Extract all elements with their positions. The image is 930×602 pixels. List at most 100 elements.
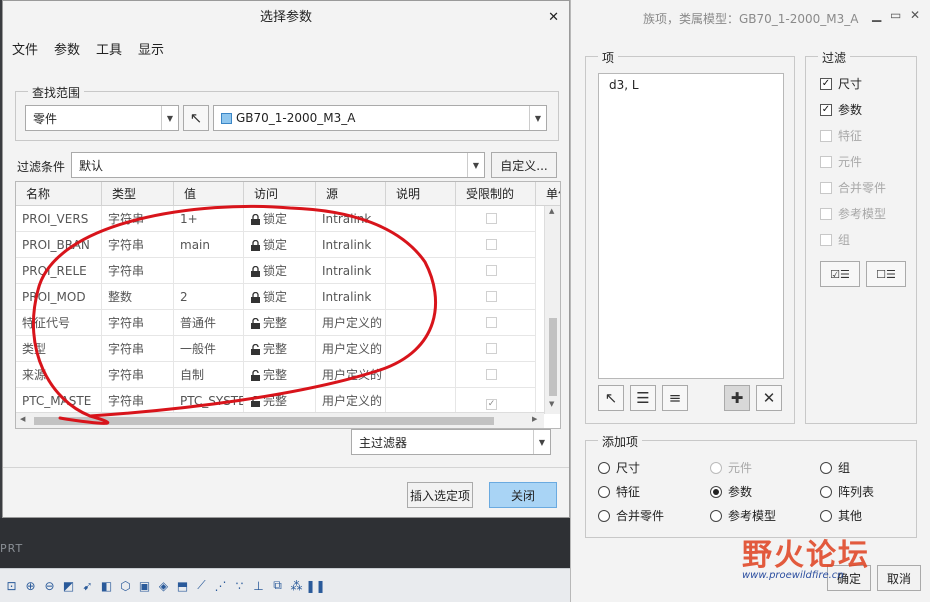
vertical-scroll-thumb[interactable] bbox=[549, 318, 557, 396]
select-all-button[interactable]: ☰ bbox=[630, 385, 656, 411]
table-cell-name[interactable]: 来源 bbox=[16, 362, 102, 388]
table-cell-description[interactable] bbox=[386, 310, 456, 336]
dialog-close-icon[interactable]: ✕ bbox=[548, 10, 559, 25]
table-cell-value[interactable]: main bbox=[174, 232, 244, 258]
menu-parameter[interactable]: 参数 bbox=[54, 39, 80, 58]
table-cell-name[interactable]: 类型 bbox=[16, 336, 102, 362]
filter-condition-select[interactable]: 默认 ▼ bbox=[71, 152, 485, 178]
table-cell-access[interactable]: 完整 bbox=[244, 310, 316, 336]
column-header[interactable]: 说明 bbox=[386, 182, 456, 206]
table-cell-description[interactable] bbox=[386, 388, 456, 414]
table-cell-type[interactable]: 字符串 bbox=[102, 362, 174, 388]
check-all-button[interactable]: ☑☰ bbox=[820, 261, 860, 287]
table-cell-name[interactable]: PTC_MASTE bbox=[16, 388, 102, 414]
table-cell-access[interactable]: 锁定 bbox=[244, 206, 316, 232]
table-cell-access[interactable]: 锁定 bbox=[244, 284, 316, 310]
zoom-out-icon[interactable]: ⊖ bbox=[41, 577, 58, 594]
zoom-in-icon[interactable]: ⊕ bbox=[22, 577, 39, 594]
table-cell-name[interactable]: 特征代号 bbox=[16, 310, 102, 336]
table-cell-value[interactable]: 一般件 bbox=[174, 336, 244, 362]
radio-button[interactable] bbox=[820, 461, 832, 474]
zoom-fit-icon[interactable]: ⊡ bbox=[3, 577, 20, 594]
table-cell-name[interactable]: PROI_VERS bbox=[16, 206, 102, 232]
point-display-icon[interactable]: ∵ bbox=[231, 577, 248, 594]
menu-tools[interactable]: 工具 bbox=[96, 39, 122, 58]
radio-button[interactable] bbox=[598, 461, 610, 474]
table-cell-source[interactable]: 用户定义的 bbox=[316, 362, 386, 388]
csys-display-icon[interactable]: ⊥ bbox=[250, 577, 267, 594]
add-item-option[interactable]: 合并零件 bbox=[598, 507, 664, 524]
table-cell-type[interactable]: 字符串 bbox=[102, 388, 174, 414]
table-cell-type[interactable]: 字符串 bbox=[102, 336, 174, 362]
add-item-option[interactable]: 阵列表 bbox=[820, 483, 874, 500]
pause-icon[interactable]: ❚❚ bbox=[305, 577, 325, 594]
table-cell-description[interactable] bbox=[386, 232, 456, 258]
scroll-down-icon[interactable]: ▼ bbox=[549, 400, 554, 408]
table-cell-value[interactable] bbox=[174, 258, 244, 284]
column-header[interactable]: 源 bbox=[316, 182, 386, 206]
customize-button[interactable]: 自定义... bbox=[491, 152, 557, 178]
table-cell-type[interactable]: 整数 bbox=[102, 284, 174, 310]
section-icon[interactable]: ⬒ bbox=[174, 577, 191, 594]
table-cell-access[interactable]: 完整 bbox=[244, 388, 316, 414]
table-cell-name[interactable]: PROI_BRAN bbox=[16, 232, 102, 258]
column-header[interactable]: 访问 bbox=[244, 182, 316, 206]
menu-display[interactable]: 显示 bbox=[138, 39, 164, 58]
table-cell-source[interactable]: Intralink bbox=[316, 284, 386, 310]
column-header[interactable]: 值 bbox=[174, 182, 244, 206]
insert-selected-button[interactable]: 插入选定项 bbox=[407, 482, 473, 508]
column-header[interactable]: 单位 bbox=[536, 182, 560, 206]
items-list[interactable]: d3, L bbox=[598, 73, 784, 379]
scroll-right-icon[interactable]: ▶ bbox=[532, 415, 537, 423]
add-item-option[interactable]: 尺寸 bbox=[598, 459, 640, 476]
pick-model-button[interactable]: ↖ bbox=[183, 105, 209, 131]
scope-select[interactable]: 零件 ▼ bbox=[25, 105, 179, 131]
checkbox[interactable]: ✓ bbox=[820, 103, 832, 116]
add-item-option[interactable]: 特征 bbox=[598, 483, 640, 500]
table-cell-value[interactable]: 1+ bbox=[174, 206, 244, 232]
annotation-display-icon[interactable]: ⧉ bbox=[269, 577, 286, 594]
table-cell-value[interactable]: 自制 bbox=[174, 362, 244, 388]
filter-option[interactable]: ✓ 尺寸 bbox=[820, 75, 862, 92]
add-item-option[interactable]: 参数 bbox=[710, 483, 752, 500]
table-cell-value[interactable]: 2 bbox=[174, 284, 244, 310]
view-manager-icon[interactable]: ▣ bbox=[136, 577, 153, 594]
radio-button[interactable] bbox=[710, 509, 722, 522]
close-icon[interactable]: ✕ bbox=[910, 8, 920, 22]
scroll-up-icon[interactable]: ▲ bbox=[549, 207, 554, 215]
perspective-icon[interactable]: ◈ bbox=[155, 577, 172, 594]
table-cell-type[interactable]: 字符串 bbox=[102, 310, 174, 336]
cancel-button[interactable]: 取消 bbox=[877, 565, 921, 591]
saved-views-icon[interactable]: ⬡ bbox=[117, 577, 134, 594]
add-item-option[interactable]: 其他 bbox=[820, 507, 862, 524]
table-cell-access[interactable]: 锁定 bbox=[244, 232, 316, 258]
table-cell-type[interactable]: 字符串 bbox=[102, 206, 174, 232]
model-select[interactable]: GB70_1-2000_M3_A ▼ bbox=[213, 105, 547, 131]
radio-button[interactable] bbox=[598, 509, 610, 522]
table-cell-source[interactable]: 用户定义的 bbox=[316, 310, 386, 336]
radio-button[interactable] bbox=[820, 485, 832, 498]
add-item-button[interactable]: ✚ bbox=[724, 385, 750, 411]
table-cell-access[interactable]: 锁定 bbox=[244, 258, 316, 284]
table-cell-description[interactable] bbox=[386, 336, 456, 362]
display-style-icon[interactable]: ◧ bbox=[98, 577, 115, 594]
table-cell-value[interactable]: 普通件 bbox=[174, 310, 244, 336]
add-item-option[interactable]: 组 bbox=[820, 459, 850, 476]
table-cell-type[interactable]: 字符串 bbox=[102, 258, 174, 284]
horizontal-scroll-thumb[interactable] bbox=[34, 417, 494, 425]
add-item-option[interactable]: 参考模型 bbox=[710, 507, 776, 524]
column-header[interactable]: 受限制的 bbox=[456, 182, 536, 206]
scroll-left-icon[interactable]: ◀ bbox=[20, 415, 25, 423]
axis-display-icon[interactable]: ⋰ bbox=[212, 577, 229, 594]
remove-item-button[interactable]: ✕ bbox=[756, 385, 782, 411]
table-cell-type[interactable]: 字符串 bbox=[102, 232, 174, 258]
table-cell-description[interactable] bbox=[386, 258, 456, 284]
table-cell-access[interactable]: 完整 bbox=[244, 362, 316, 388]
radio-button[interactable] bbox=[710, 485, 722, 498]
table-cell-access[interactable]: 完整 bbox=[244, 336, 316, 362]
table-cell-source[interactable]: Intralink bbox=[316, 232, 386, 258]
table-cell-source[interactable]: 用户定义的 bbox=[316, 336, 386, 362]
column-header[interactable]: 类型 bbox=[102, 182, 174, 206]
vertical-scrollbar[interactable]: ▲ ▼ bbox=[544, 206, 560, 414]
table-cell-description[interactable] bbox=[386, 284, 456, 310]
